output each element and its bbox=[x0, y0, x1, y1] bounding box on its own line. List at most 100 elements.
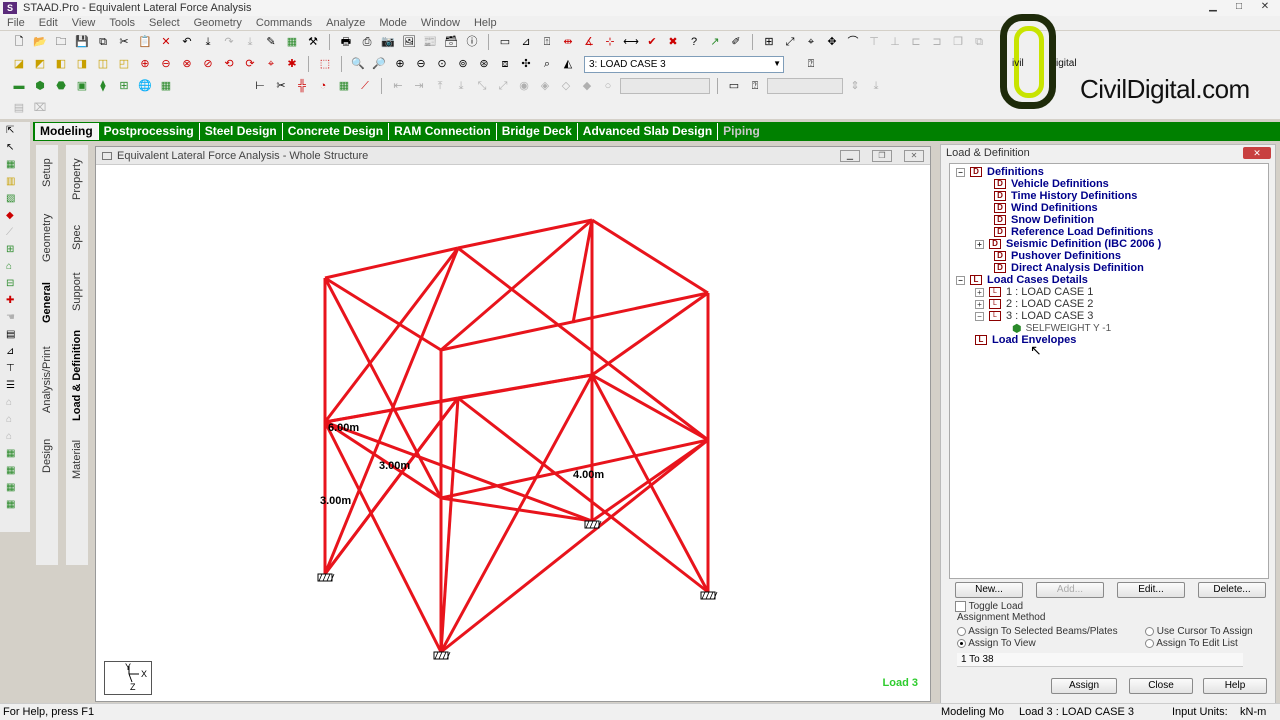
tree-selfweight[interactable]: ⬢ SELFWEIGHT Y -1 bbox=[1012, 322, 1111, 335]
sel-plan3-icon[interactable]: ▦ bbox=[6, 483, 24, 496]
sel-hand-icon[interactable]: ☚ bbox=[6, 313, 24, 326]
cut-icon[interactable]: ✂ bbox=[115, 33, 133, 51]
tree-item-reference-load[interactable]: D Reference Load Definitions bbox=[994, 226, 1153, 238]
menu-view[interactable]: View bbox=[65, 17, 103, 29]
sel-bars-icon[interactable]: ▤ bbox=[6, 330, 24, 343]
tree-item-time-history[interactable]: D Time History Definitions bbox=[994, 190, 1137, 202]
tree-item-direct-analysis[interactable]: D Direct Analysis Definition bbox=[994, 262, 1144, 274]
menu-window[interactable]: Window bbox=[414, 17, 467, 29]
info-icon[interactable]: ⓘ bbox=[463, 33, 481, 51]
intersect-icon[interactable]: ╬ bbox=[293, 77, 311, 95]
panel-close-icon[interactable]: ✕ bbox=[1243, 147, 1271, 159]
tab-advanced-slab-design[interactable]: Advanced Slab Design bbox=[578, 123, 719, 140]
sel-add-icon[interactable]: ✚ bbox=[6, 296, 24, 309]
display-icon[interactable]: ▭ bbox=[725, 77, 743, 95]
window-restore-icon[interactable]: ❐ bbox=[949, 33, 967, 51]
tree-item-wind[interactable]: D Wind Definitions bbox=[994, 202, 1098, 214]
tools-icon[interactable]: ⚒ bbox=[304, 33, 322, 51]
open-file-icon[interactable]: 📂 bbox=[31, 33, 49, 51]
tab-material[interactable]: Material bbox=[66, 429, 88, 489]
gallery-icon[interactable]: 🗃 bbox=[442, 33, 460, 51]
rotate-icon[interactable]: ⟲ bbox=[220, 55, 238, 73]
menu-edit[interactable]: Edit bbox=[32, 17, 65, 29]
plate-icon[interactable]: ⊏ bbox=[907, 33, 925, 51]
delete-button[interactable]: Delete... bbox=[1198, 582, 1266, 598]
sel-stack-icon[interactable]: ☰ bbox=[6, 381, 24, 394]
tree-item-snow[interactable]: D Snow Definition bbox=[994, 214, 1094, 226]
table-icon[interactable]: ▦ bbox=[157, 77, 175, 95]
menu-tools[interactable]: Tools bbox=[102, 17, 142, 29]
redo-icon[interactable]: ↷ bbox=[220, 33, 238, 51]
sel-struct-icon[interactable]: ⌂ bbox=[6, 262, 24, 275]
radio-edit-list[interactable] bbox=[1145, 638, 1154, 648]
undo-icon[interactable]: ↶ bbox=[178, 33, 196, 51]
sheet-icon[interactable]: ▤ bbox=[10, 99, 28, 117]
node-icon[interactable]: ⊹ bbox=[601, 33, 619, 51]
arrow-down-icon[interactable]: ⤓ bbox=[452, 77, 470, 95]
sel-beams-icon[interactable]: ▥ bbox=[6, 177, 24, 190]
add-button[interactable]: Add... bbox=[1036, 582, 1104, 598]
tab-concrete-design[interactable]: Concrete Design bbox=[283, 123, 390, 140]
tab-bridge-deck[interactable]: Bridge Deck bbox=[497, 123, 578, 140]
option-cursor[interactable]: Use Cursor To Assign bbox=[1145, 626, 1253, 637]
tree-item-vehicle[interactable]: D Vehicle Definitions bbox=[994, 178, 1109, 190]
option-edit-list[interactable]: Assign To Edit List bbox=[1145, 638, 1238, 649]
disabled-input[interactable] bbox=[767, 78, 843, 94]
tab-design[interactable]: Design bbox=[36, 427, 58, 485]
help-icon[interactable]: ? bbox=[685, 33, 703, 51]
paste-icon[interactable]: 📋 bbox=[136, 33, 154, 51]
sel-plates-icon[interactable]: ▧ bbox=[6, 194, 24, 207]
member-32[interactable] bbox=[440, 496, 593, 523]
load-case-select[interactable]: 3: LOAD CASE 3 ▼ bbox=[584, 55, 784, 73]
sel-beam-icon[interactable]: ⊤ bbox=[6, 364, 24, 377]
beam-member-icon[interactable]: ▬ bbox=[10, 77, 28, 95]
collapse-icon[interactable]: − bbox=[956, 275, 965, 285]
member-34[interactable] bbox=[323, 421, 443, 653]
radio-view[interactable] bbox=[957, 638, 966, 648]
report-icon[interactable]: 📰 bbox=[421, 33, 439, 51]
query-icon[interactable]: ⍰ bbox=[746, 77, 764, 95]
expand-icon[interactable]: + bbox=[975, 239, 984, 249]
zoom-dynamic-icon[interactable]: ⊙ bbox=[433, 55, 451, 73]
option-view[interactable]: Assign To View bbox=[957, 638, 1036, 649]
menu-geometry[interactable]: Geometry bbox=[187, 17, 249, 29]
collapse-icon[interactable]: − bbox=[975, 311, 984, 321]
tab-support[interactable]: Support bbox=[66, 261, 88, 323]
spin-icon[interactable]: ⇕ bbox=[846, 77, 864, 95]
structure-view-window[interactable]: Equivalent Lateral Force Analysis - Whol… bbox=[95, 146, 931, 702]
beam-icon[interactable]: ⊤ bbox=[865, 33, 883, 51]
member-20[interactable] bbox=[440, 218, 593, 352]
arrow-diag-icon[interactable]: ⤡ bbox=[473, 77, 491, 95]
tab-spec[interactable]: Spec bbox=[66, 215, 88, 259]
select-nodes-icon[interactable]: ◪ bbox=[10, 55, 28, 73]
globe-icon[interactable]: 🌐 bbox=[136, 77, 154, 95]
delete-icon[interactable]: ✕ bbox=[157, 33, 175, 51]
tree-load-case-2[interactable]: + L 2 : LOAD CASE 2 bbox=[975, 298, 1093, 310]
distance-icon[interactable]: ⟷ bbox=[622, 33, 640, 51]
close-button[interactable]: Close bbox=[1129, 678, 1193, 694]
magnify-icon[interactable]: ⌕ bbox=[538, 55, 556, 73]
member-31[interactable] bbox=[457, 373, 593, 400]
isometric-icon[interactable]: ⬚ bbox=[316, 55, 334, 73]
zoom-in-icon[interactable]: 🔍 bbox=[349, 55, 367, 73]
edit-icon[interactable]: ✎ bbox=[262, 33, 280, 51]
tree-item-seismic[interactable]: + D Seismic Definition (IBC 2006 ) bbox=[975, 238, 1161, 250]
sel-solids-icon[interactable]: ◆ bbox=[6, 211, 24, 224]
select-solids-icon[interactable]: ◨ bbox=[73, 55, 91, 73]
radio-cursor[interactable] bbox=[1145, 626, 1154, 636]
sel-bldg-icon[interactable]: ⌂ bbox=[6, 398, 24, 411]
arrow-diag2-icon[interactable]: ⤢ bbox=[494, 77, 512, 95]
tree-load-cases-details[interactable]: − L Load Cases Details bbox=[956, 274, 1088, 286]
layer3-icon[interactable]: ◆ bbox=[578, 77, 596, 95]
new-file-icon[interactable]: 🗋 bbox=[10, 33, 28, 51]
circle-icon[interactable]: ◔ bbox=[314, 77, 332, 95]
menu-mode[interactable]: Mode bbox=[372, 17, 414, 29]
member-6[interactable] bbox=[457, 218, 593, 250]
view-minimize-icon[interactable]: ▁ bbox=[840, 150, 860, 162]
layer-icon[interactable]: ◈ bbox=[536, 77, 554, 95]
layer2-icon[interactable]: ◇ bbox=[557, 77, 575, 95]
print-icon[interactable]: 🖶 bbox=[337, 33, 355, 51]
structure-view-icon[interactable]: ◭ bbox=[559, 55, 577, 73]
save-icon[interactable]: 💾 bbox=[73, 33, 91, 51]
pan-icon[interactable]: ✣ bbox=[517, 55, 535, 73]
